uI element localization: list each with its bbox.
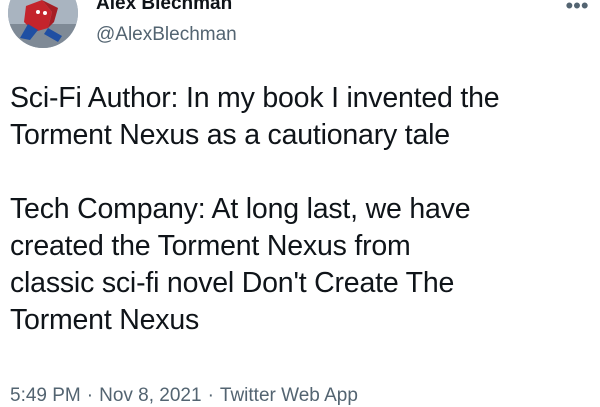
tweet-text: Sci-Fi Author: In my book I invented the… xyxy=(10,80,595,339)
tweet-paragraph: Tech Company: At long last, we have crea… xyxy=(10,191,595,339)
tweet-source[interactable]: Twitter Web App xyxy=(220,385,358,406)
tweet-line: Tech Company: At long last, we have xyxy=(10,193,471,225)
tweet-line: Sci-Fi Author: In my book I invented the xyxy=(10,82,500,114)
meta-separator: · xyxy=(207,385,214,406)
tweet-line: classic sci-fi novel Don't Create The xyxy=(10,267,455,299)
tweet-meta: 5:49 PM · Nov 8, 2021 · Twitter Web App xyxy=(10,385,358,407)
tweet-line: Torment Nexus xyxy=(10,304,200,336)
tweet-line: created the Torment Nexus from xyxy=(10,230,411,262)
tweet-line: Torment Nexus as a cautionary tale xyxy=(10,119,450,151)
tweet-paragraph: Sci-Fi Author: In my book I invented the… xyxy=(10,80,595,154)
avatar[interactable] xyxy=(8,0,78,48)
tweet-date[interactable]: Nov 8, 2021 xyxy=(99,385,201,406)
tweet-time[interactable]: 5:49 PM xyxy=(10,385,81,406)
meta-separator: · xyxy=(86,385,94,406)
spiderman-avatar-icon xyxy=(8,0,78,48)
more-options-icon[interactable]: ••• xyxy=(562,0,592,17)
author-handle[interactable]: @AlexBlechman xyxy=(96,24,237,46)
author-display-name[interactable]: Alex Blechman xyxy=(96,0,232,15)
